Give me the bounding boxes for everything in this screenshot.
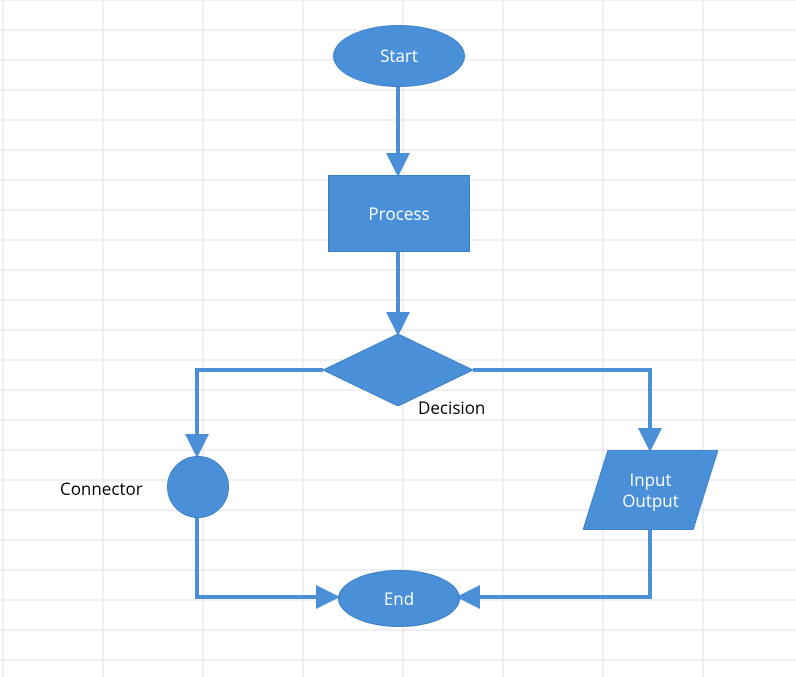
node-end[interactable]: End xyxy=(338,570,460,627)
node-process-label: Process xyxy=(368,203,429,224)
node-io-label: Input Output xyxy=(622,469,679,512)
node-end-label: End xyxy=(384,588,414,609)
node-start-label: Start xyxy=(380,45,418,66)
node-decision-label: Decision xyxy=(418,396,485,419)
node-connector[interactable] xyxy=(167,456,229,518)
node-start[interactable]: Start xyxy=(333,25,465,87)
node-connector-label: Connector xyxy=(60,477,143,500)
node-process[interactable]: Process xyxy=(328,175,470,252)
node-io[interactable]: Input Output xyxy=(583,450,718,530)
